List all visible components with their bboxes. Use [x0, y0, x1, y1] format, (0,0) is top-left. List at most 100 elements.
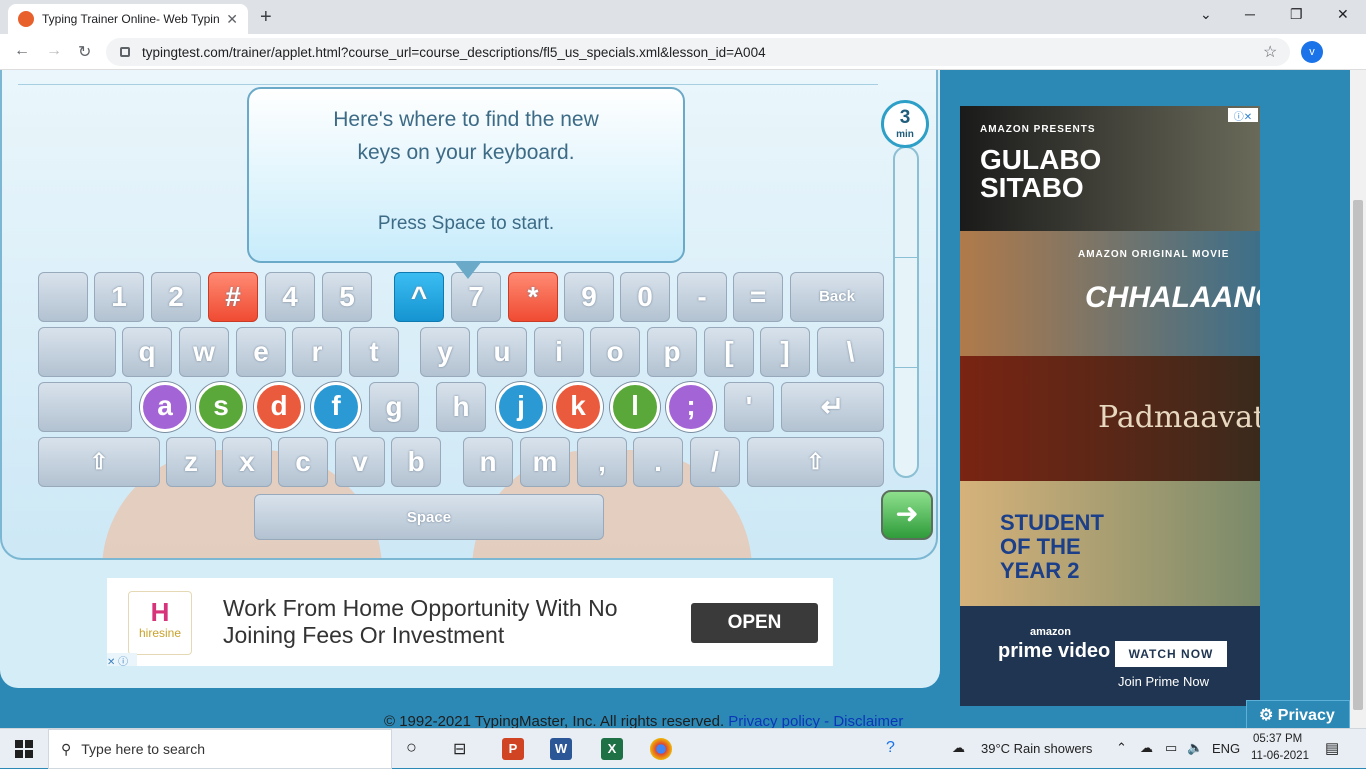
ad-poster-chhalaang[interactable]: AMAZON ORIGINAL MOVIE CHHALAANG: [960, 231, 1260, 356]
minimize-icon[interactable]: ─: [1245, 6, 1255, 22]
maximize-icon[interactable]: ❐: [1290, 6, 1303, 23]
key-b[interactable]: b: [391, 437, 441, 487]
key-t[interactable]: t: [349, 327, 399, 377]
key-9[interactable]: 9: [564, 272, 614, 322]
ad-poster-prime-video[interactable]: amazon prime video WATCH NOW Join Prime …: [960, 606, 1260, 706]
key-left-shift[interactable]: ⇧: [38, 437, 160, 487]
key-equals[interactable]: =: [733, 272, 783, 322]
key-y[interactable]: y: [420, 327, 470, 377]
key-2[interactable]: 2: [151, 272, 201, 322]
task-view-icon[interactable]: ⊟: [453, 739, 466, 759]
key-o[interactable]: o: [590, 327, 640, 377]
tab-search-icon[interactable]: ⌄: [1200, 6, 1212, 23]
key-w[interactable]: w: [179, 327, 229, 377]
help-icon[interactable]: ?: [886, 739, 895, 757]
key-tab[interactable]: [38, 327, 116, 377]
forward-icon[interactable]: →: [46, 42, 62, 60]
key-m[interactable]: m: [520, 437, 570, 487]
page-scrollbar[interactable]: [1350, 70, 1366, 728]
key-8-asterisk[interactable]: *: [508, 272, 558, 322]
adchoices-icon[interactable]: ⓘ✕: [1228, 108, 1258, 123]
key-e[interactable]: e: [236, 327, 286, 377]
disclaimer-link[interactable]: Disclaimer: [833, 713, 903, 728]
key-7[interactable]: 7: [451, 272, 501, 322]
key-a[interactable]: a: [140, 382, 190, 432]
ad-poster-student-of-the-year[interactable]: STUDENT OF THE YEAR 2: [960, 481, 1260, 606]
powerpoint-icon[interactable]: P: [502, 738, 524, 760]
windows-start-icon[interactable]: [15, 740, 33, 758]
key-r[interactable]: r: [292, 327, 342, 377]
privacy-button[interactable]: ⚙ Privacy: [1246, 700, 1350, 728]
key-tilde[interactable]: [38, 272, 88, 322]
key-l[interactable]: l: [610, 382, 660, 432]
side-ad[interactable]: AMAZON PRESENTS GULABO SITABO ⓘ✕ AMAZON …: [960, 106, 1260, 706]
onedrive-icon[interactable]: ☁: [1140, 740, 1153, 756]
reload-icon[interactable]: ↻: [78, 42, 91, 62]
ad-poster-gulabo-sitabo[interactable]: AMAZON PRESENTS GULABO SITABO: [960, 106, 1260, 231]
next-arrow-button[interactable]: ➜: [881, 490, 933, 540]
key-semicolon[interactable]: ;: [666, 382, 716, 432]
key-4[interactable]: 4: [265, 272, 315, 322]
back-icon[interactable]: ←: [14, 42, 30, 60]
key-minus[interactable]: -: [677, 272, 727, 322]
excel-icon[interactable]: X: [601, 738, 623, 760]
clock-date[interactable]: 11-06-2021: [1251, 750, 1309, 762]
notifications-icon[interactable]: ▤: [1325, 739, 1339, 757]
key-s[interactable]: s: [196, 382, 246, 432]
key-backspace[interactable]: Back: [790, 272, 884, 322]
key-h[interactable]: h: [436, 382, 486, 432]
key-p[interactable]: p: [647, 327, 697, 377]
privacy-policy-link[interactable]: Privacy policy: [728, 713, 820, 728]
volume-icon[interactable]: 🔈: [1187, 740, 1203, 756]
key-right-shift[interactable]: ⇧: [747, 437, 884, 487]
profile-avatar[interactable]: v: [1301, 41, 1323, 63]
key-comma[interactable]: ,: [577, 437, 627, 487]
word-icon[interactable]: W: [550, 738, 572, 760]
key-d[interactable]: d: [254, 382, 304, 432]
key-i[interactable]: i: [534, 327, 584, 377]
key-x[interactable]: x: [222, 437, 272, 487]
clock-time[interactable]: 05:37 PM: [1253, 733, 1302, 745]
key-k[interactable]: k: [553, 382, 603, 432]
close-tab-icon[interactable]: ✕: [226, 11, 238, 28]
key-1[interactable]: 1: [94, 272, 144, 322]
key-backslash[interactable]: \: [817, 327, 884, 377]
key-6-caret[interactable]: ^: [394, 272, 444, 322]
address-bar[interactable]: typingtest.com/trainer/applet.html?cours…: [106, 38, 1290, 66]
key-n[interactable]: n: [463, 437, 513, 487]
key-j[interactable]: j: [496, 382, 546, 432]
key-u[interactable]: u: [477, 327, 527, 377]
key-open-bracket[interactable]: [: [704, 327, 754, 377]
key-v[interactable]: v: [335, 437, 385, 487]
key-apostrophe[interactable]: ': [724, 382, 774, 432]
bookmark-star-icon[interactable]: ☆: [1263, 42, 1277, 62]
key-slash[interactable]: /: [690, 437, 740, 487]
ad-close-icon[interactable]: ✕ ⓘ: [107, 653, 137, 668]
key-c[interactable]: c: [278, 437, 328, 487]
key-q[interactable]: q: [122, 327, 172, 377]
key-caps-lock[interactable]: [38, 382, 132, 432]
new-tab-icon[interactable]: +: [260, 6, 272, 29]
watch-now-button[interactable]: WATCH NOW: [1115, 641, 1227, 667]
cortana-icon[interactable]: ○: [406, 737, 417, 758]
weather-text[interactable]: 39°C Rain showers: [981, 741, 1092, 756]
ad-banner[interactable]: H hiresine Work From Home Opportunity Wi…: [107, 578, 833, 668]
taskbar-search[interactable]: ⚲ Type here to search: [48, 729, 392, 769]
key-space[interactable]: Space: [254, 494, 604, 540]
key-g[interactable]: g: [369, 382, 419, 432]
key-z[interactable]: z: [166, 437, 216, 487]
browser-tab-active[interactable]: Typing Trainer Online- Web Typin ✕: [8, 4, 248, 34]
key-3-hash[interactable]: #: [208, 272, 258, 322]
key-period[interactable]: .: [633, 437, 683, 487]
key-enter[interactable]: ↵: [781, 382, 884, 432]
key-f[interactable]: f: [311, 382, 361, 432]
ad-poster-padmaavat[interactable]: Padmaavat: [960, 356, 1260, 481]
close-window-icon[interactable]: ✕: [1337, 6, 1349, 23]
tray-chevron-icon[interactable]: ⌃: [1116, 740, 1127, 756]
key-0[interactable]: 0: [620, 272, 670, 322]
key-5[interactable]: 5: [322, 272, 372, 322]
ad-open-button[interactable]: OPEN: [691, 603, 818, 643]
key-close-bracket[interactable]: ]: [760, 327, 810, 377]
chrome-icon[interactable]: [650, 738, 672, 760]
language-indicator[interactable]: ENG: [1212, 741, 1240, 756]
